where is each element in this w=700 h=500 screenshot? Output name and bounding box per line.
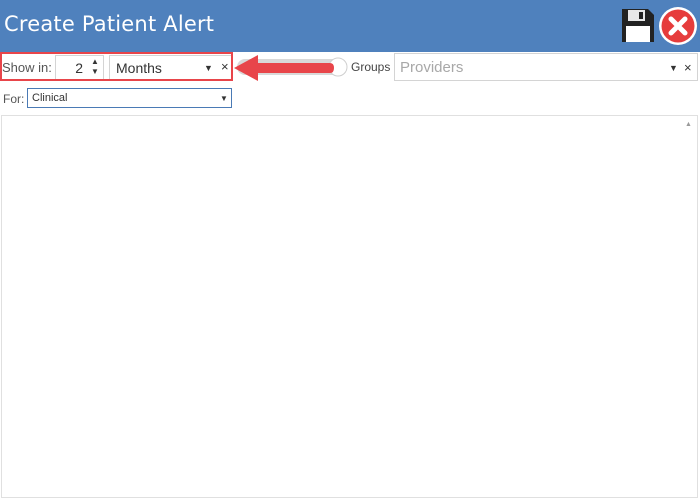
clear-icon[interactable]: × (684, 60, 692, 75)
annotation-arrow-icon (234, 55, 334, 81)
for-dropdown[interactable]: Clinical ▼ (27, 88, 232, 108)
groups-label: Groups (351, 60, 391, 74)
title-bar: Create Patient Alert (0, 0, 700, 52)
for-value: Clinical (32, 92, 68, 104)
floppy-disk-icon (622, 9, 654, 42)
highlight-box (0, 52, 233, 81)
save-button[interactable] (620, 7, 656, 44)
for-label: For: (3, 92, 25, 106)
chevron-down-icon: ▼ (220, 94, 228, 103)
window-title: Create Patient Alert (4, 12, 215, 36)
alert-text-area[interactable]: ▲ (1, 115, 698, 498)
close-button[interactable] (658, 6, 698, 46)
red-circle-x-icon (659, 7, 697, 45)
providers-input[interactable]: Providers ▼ × (394, 53, 698, 81)
chevron-down-icon: ▼ (669, 63, 678, 73)
scroll-up-icon[interactable]: ▲ (683, 119, 694, 130)
providers-placeholder: Providers (400, 59, 464, 76)
